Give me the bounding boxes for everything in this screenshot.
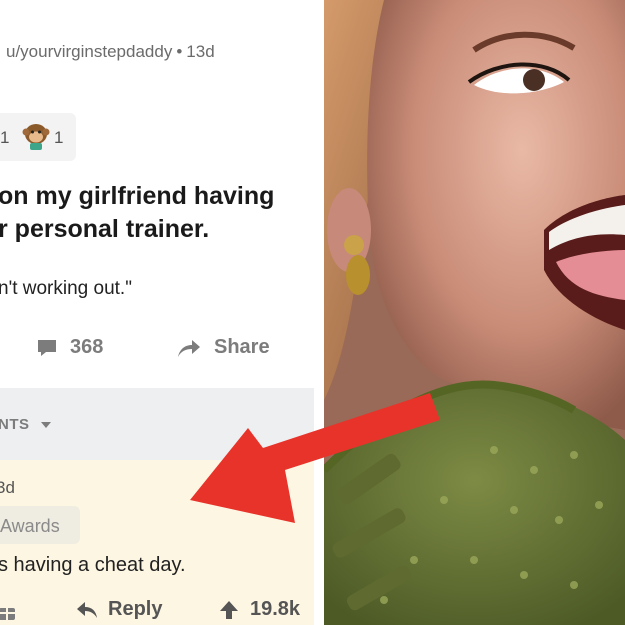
share-icon (178, 339, 200, 357)
meta-separator: • (176, 42, 183, 61)
post-body: n't working out." (0, 278, 132, 299)
post-title-line-1: on my girlfriend having (0, 182, 275, 210)
comments-count: 368 (70, 336, 104, 358)
award-count-2: 1 (54, 128, 64, 147)
award-count-1: 1 (0, 128, 10, 147)
post-card: u/yourvirginstepdaddy • 13d 1 1 on my girl… (0, 0, 314, 388)
vote-count: 19.8k (250, 598, 301, 620)
reply-label: Reply (108, 598, 163, 620)
post-actions: 368 Share (0, 336, 314, 372)
divider (314, 0, 324, 625)
comments-button[interactable]: 368 (36, 336, 103, 359)
comment-awards-label: Awards (0, 516, 60, 536)
reddit-screenshot: u/yourvirginstepdaddy • 13d 1 1 on my girl… (0, 0, 314, 625)
comment-text: s having a cheat day. (0, 554, 186, 576)
laughing-woman-image (324, 0, 625, 625)
reaction-photo (324, 0, 625, 625)
monkey-award-icon (22, 124, 50, 150)
post-age: 13d (186, 42, 215, 61)
comment-icon (38, 339, 56, 356)
share-label: Share (214, 336, 270, 358)
post-title: on my girlfriend having r personal train… (0, 180, 274, 246)
sort-label: NTS (0, 416, 30, 433)
post-meta: u/yourvirginstepdaddy • 13d (6, 42, 215, 62)
reply-button[interactable]: Reply (76, 598, 162, 621)
reply-icon (77, 601, 97, 618)
upvote-arrow-icon (220, 600, 238, 619)
gift-icon[interactable] (0, 600, 18, 622)
comment-actions: Reply 19.8k (0, 598, 314, 625)
username-link[interactable]: u/yourvirginstepdaddy (6, 42, 172, 61)
comment-age: 3d (0, 478, 15, 497)
post-title-line-2: r personal trainer. (0, 215, 210, 243)
upvote-button[interactable]: 19.8k (218, 598, 300, 621)
share-button[interactable]: Share (176, 336, 270, 359)
chevron-down-icon (41, 422, 52, 429)
sort-dropdown[interactable]: NTS (0, 416, 52, 433)
